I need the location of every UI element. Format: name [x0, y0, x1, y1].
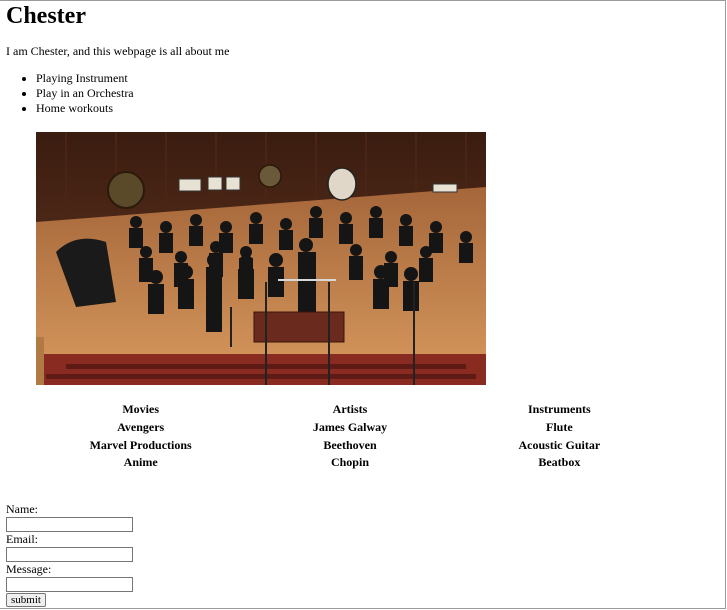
table-cell: Anime: [123, 455, 158, 470]
table-cell: James Galway: [312, 420, 388, 435]
hobby-list: Playing Instrument Play in an Orchestra …: [6, 71, 134, 116]
list-item: Home workouts: [36, 101, 134, 116]
column-header-instruments: Instruments: [527, 402, 591, 417]
favorites-table-wrapper: Movies Artists Instruments Avengers Jame…: [36, 401, 664, 472]
page-title: Chester: [6, 3, 86, 29]
table-cell: Flute: [545, 420, 573, 435]
submit-button[interactable]: submit: [6, 593, 46, 607]
list-item: Play in an Orchestra: [36, 86, 134, 101]
table-cell: Avengers: [117, 420, 165, 435]
contact-form: Name: Email: Message: submit: [6, 502, 133, 607]
list-item: Playing Instrument: [36, 71, 134, 86]
message-label: Message:: [6, 562, 52, 576]
table-header-row: Movies Artists Instruments: [36, 401, 664, 419]
favorites-table: Movies Artists Instruments Avengers Jame…: [36, 401, 664, 472]
name-label: Name:: [6, 502, 38, 516]
table-row: Marvel Productions Beethoven Acoustic Gu…: [36, 436, 664, 454]
orchestra-photo: [36, 132, 486, 385]
intro-text: I am Chester, and this webpage is all ab…: [6, 44, 230, 58]
name-field[interactable]: [6, 517, 133, 532]
table-row: Avengers James Galway Flute: [36, 419, 664, 437]
email-label: Email:: [6, 532, 38, 546]
table-cell: Chopin: [330, 455, 369, 470]
table-cell: Acoustic Guitar: [518, 437, 601, 452]
email-field[interactable]: [6, 547, 133, 562]
table-row: Anime Chopin Beatbox: [36, 454, 664, 472]
message-field[interactable]: [6, 577, 133, 592]
column-header-artists: Artists: [332, 402, 368, 417]
column-header-movies: Movies: [122, 402, 159, 417]
table-cell: Beatbox: [538, 455, 581, 470]
table-cell: Marvel Productions: [89, 437, 192, 452]
table-cell: Beethoven: [323, 437, 377, 452]
